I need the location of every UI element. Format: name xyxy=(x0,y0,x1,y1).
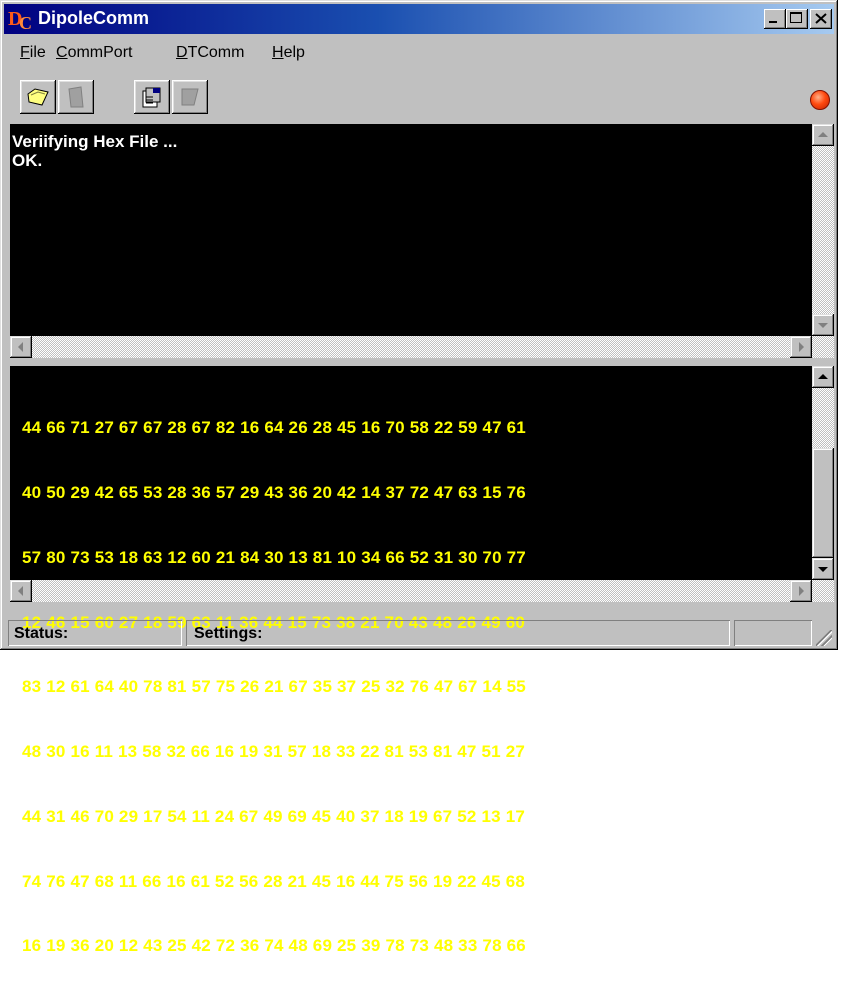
log-scroll-left-button[interactable] xyxy=(10,336,32,358)
window-title: DipoleComm xyxy=(38,8,150,28)
log-scroll-right-button[interactable] xyxy=(790,336,812,358)
up-arrow-icon xyxy=(818,374,828,379)
dipolecomm-app-icon: D C xyxy=(8,8,32,31)
maximize-icon xyxy=(790,12,802,23)
hex-row: 74 76 47 68 11 66 16 61 52 56 28 21 45 1… xyxy=(22,871,526,891)
status-extra-panel xyxy=(734,620,812,646)
log-line: OK. xyxy=(12,151,43,170)
left-arrow-icon xyxy=(18,586,23,596)
hex-scroll-left-button[interactable] xyxy=(10,580,32,602)
menu-file[interactable]: File xyxy=(20,44,46,62)
hex-row: 57 80 73 53 18 63 12 60 21 84 30 13 81 1… xyxy=(22,547,526,567)
hex-row: 44 31 46 70 29 17 54 11 24 67 49 69 45 4… xyxy=(22,806,526,826)
properties-icon xyxy=(142,87,161,108)
app-window: D C DipoleComm File CommPort DTComm Help xyxy=(0,0,838,955)
hex-vertical-scrollbar[interactable] xyxy=(812,366,834,580)
resize-grip-icon[interactable] xyxy=(816,630,832,646)
hex-data-pane[interactable]: 44 66 71 27 67 67 28 67 82 16 64 26 28 4… xyxy=(10,366,812,955)
hex-row: 16 19 36 20 12 43 25 42 72 36 74 48 69 2… xyxy=(22,936,526,956)
up-arrow-icon xyxy=(818,132,828,137)
hex-scroll-down-button[interactable] xyxy=(812,558,834,580)
log-line: Veriifying Hex File ... xyxy=(12,132,178,151)
hex-row: 48 30 16 11 13 58 32 66 16 19 31 57 18 3… xyxy=(22,742,526,762)
hex-row: 83 12 61 64 40 78 81 57 75 26 21 67 35 3… xyxy=(22,677,526,697)
save-button[interactable] xyxy=(58,80,94,114)
save-icon xyxy=(68,86,84,108)
hex-scroll-thumb[interactable] xyxy=(812,448,834,558)
minimize-button[interactable] xyxy=(764,9,786,29)
hex-horizontal-scrollbar[interactable] xyxy=(10,580,834,602)
close-button[interactable] xyxy=(810,9,832,29)
hex-data-text: 44 66 71 27 67 67 28 67 82 16 64 26 28 4… xyxy=(22,374,528,1000)
hex-scroll-right-button[interactable] xyxy=(790,580,812,602)
menu-help[interactable]: Help xyxy=(272,44,305,62)
connection-status-led xyxy=(810,90,830,110)
toolbar xyxy=(4,76,834,120)
log-horizontal-scrollbar[interactable] xyxy=(10,336,834,358)
right-arrow-icon xyxy=(799,342,804,352)
maximize-button[interactable] xyxy=(786,9,808,29)
svg-text:C: C xyxy=(19,13,32,31)
log-vertical-scrollbar[interactable] xyxy=(812,124,834,336)
properties-button[interactable] xyxy=(134,80,170,114)
menu-commport[interactable]: CommPort xyxy=(56,44,132,62)
open-icon xyxy=(27,88,49,106)
disabled-icon xyxy=(181,88,199,106)
settings-label: Settings: xyxy=(194,625,263,642)
left-arrow-icon xyxy=(18,342,23,352)
minimize-icon xyxy=(769,21,777,23)
down-arrow-icon xyxy=(818,323,828,328)
log-pane[interactable]: Veriifying Hex File ... OK. xyxy=(10,124,812,336)
log-scroll-up-button[interactable] xyxy=(812,124,834,146)
log-scroll-down-button[interactable] xyxy=(812,314,834,336)
menu-bar: File CommPort DTComm Help xyxy=(4,36,834,70)
menu-dtcomm[interactable]: DTComm xyxy=(176,44,244,62)
disabled-tool-button[interactable] xyxy=(172,80,208,114)
status-bar: Status: Settings: xyxy=(4,618,834,648)
status-label: Status: xyxy=(14,625,69,642)
hex-row: 44 66 71 27 67 67 28 67 82 16 64 26 28 4… xyxy=(22,418,526,438)
text-caret xyxy=(525,936,528,955)
settings-panel: Settings: xyxy=(186,620,730,646)
right-arrow-icon xyxy=(799,586,804,596)
title-bar[interactable]: D C DipoleComm xyxy=(4,4,834,34)
hex-row: 40 50 29 42 65 53 28 36 57 29 43 36 20 4… xyxy=(22,482,526,502)
status-panel: Status: xyxy=(8,620,182,646)
hex-scroll-up-button[interactable] xyxy=(812,366,834,388)
close-icon xyxy=(815,13,827,24)
open-button[interactable] xyxy=(20,80,56,114)
down-arrow-icon xyxy=(818,567,828,572)
